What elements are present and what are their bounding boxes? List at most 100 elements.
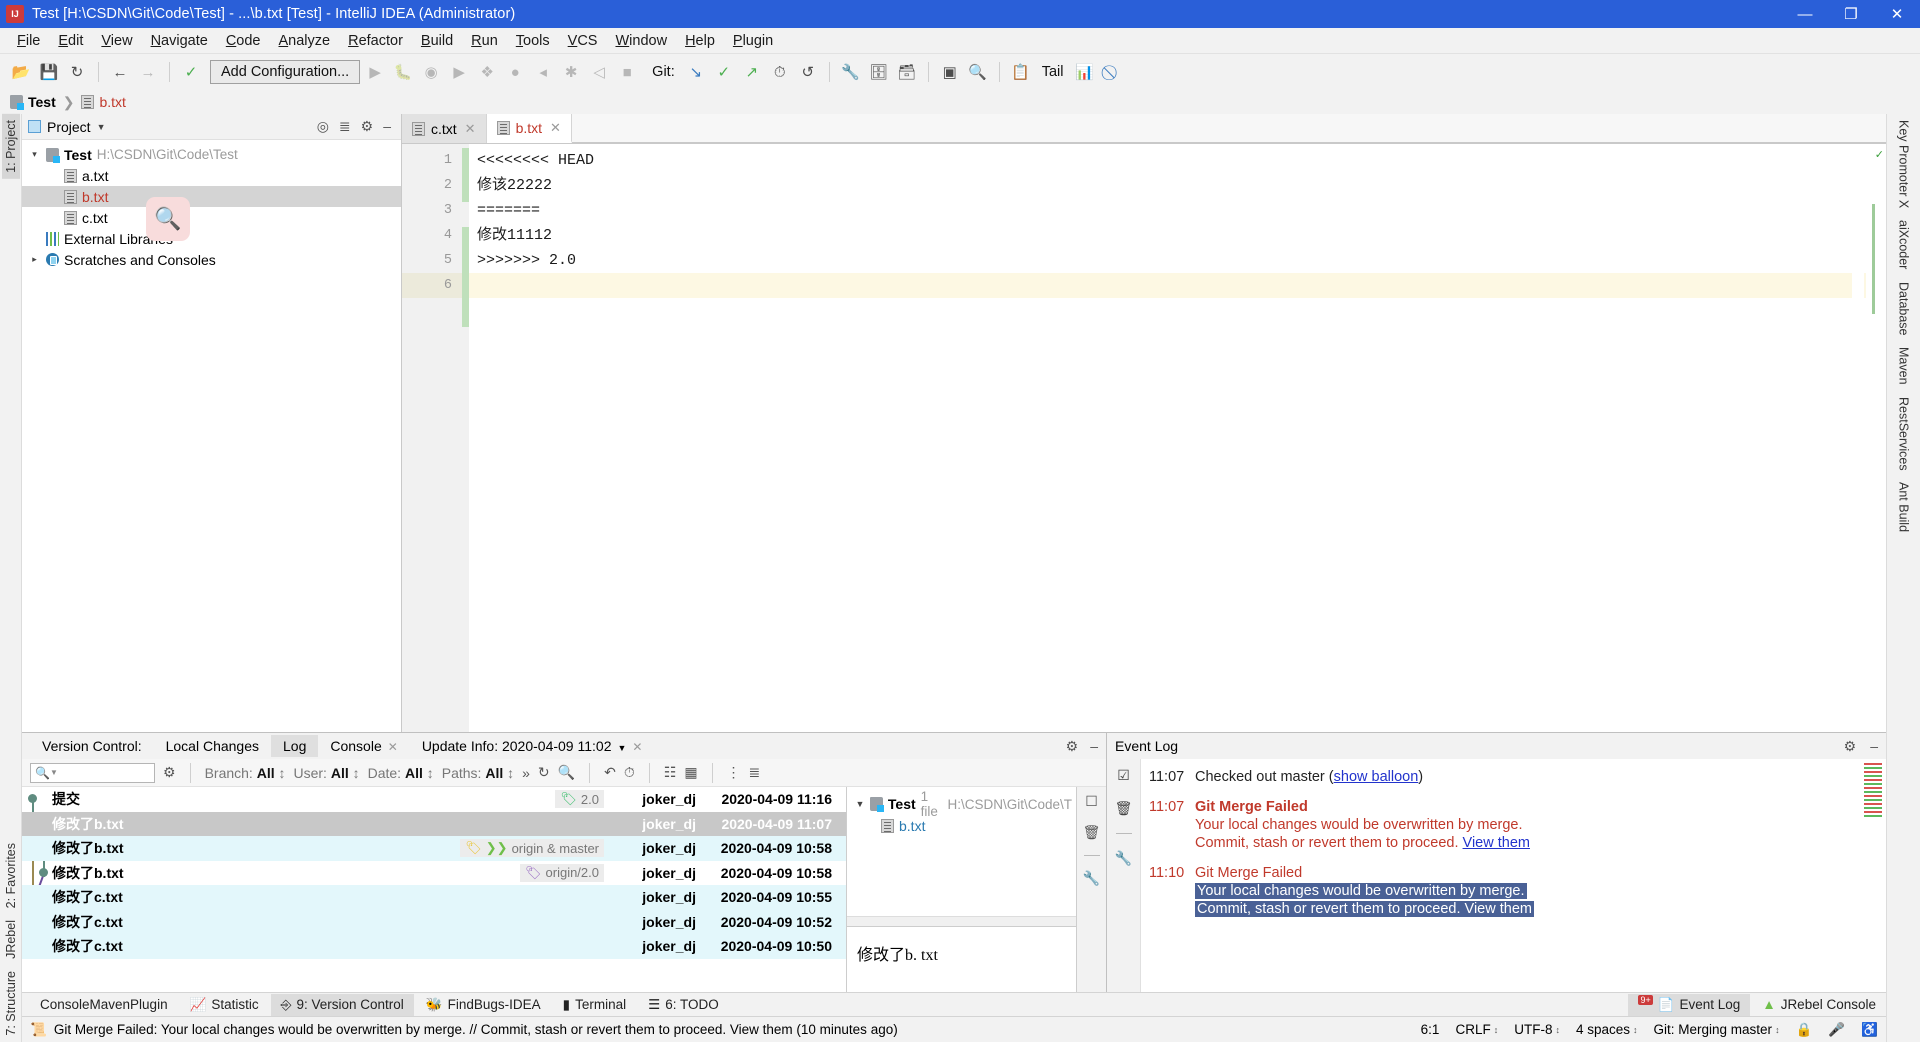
tool-tab-findbugs-idea[interactable]: 🐝 FindBugs-IDEA <box>416 994 551 1016</box>
code-line[interactable]: 修该22222 <box>469 173 1866 198</box>
right-tab-database[interactable]: Database <box>1895 276 1913 342</box>
date-filter[interactable]: Date: All ↕ <box>368 765 434 781</box>
git-update-icon[interactable]: ↘ <box>683 59 709 85</box>
history-icon[interactable]: ⏱ <box>624 764 635 781</box>
tree-node-a-txt[interactable]: a.txt <box>22 165 401 186</box>
menu-file[interactable]: File <box>8 31 49 51</box>
commit-row[interactable]: 修改了b.txt 🏷 origin/2.0 joker_dj 2020-04-09 10… <box>22 861 846 886</box>
left-tab-1-project[interactable]: 1: Project <box>1 114 20 179</box>
git-revert-icon[interactable]: ↺ <box>795 59 821 85</box>
vc-tab-log[interactable]: Log <box>271 735 319 757</box>
show-diff-icon[interactable]: ☐ <box>1085 793 1098 810</box>
hide-icon[interactable]: – <box>1090 738 1098 755</box>
tree-node-test[interactable]: ▾ Test H:\CSDN\Git\Code\Test <box>22 144 401 165</box>
project-tree[interactable]: 🔍 ▾ Test H:\CSDN\Git\Code\Test a.txt b.txt c.… <box>22 140 401 732</box>
editor-tab-b-txt[interactable]: b.txt ✕ <box>486 114 572 143</box>
close-icon[interactable]: ✕ <box>632 740 642 754</box>
indent-widget[interactable]: 4 spaces ↕ <box>1576 1022 1638 1037</box>
back-icon[interactable]: ← <box>107 59 133 85</box>
close-button[interactable]: ✕ <box>1874 0 1920 28</box>
module-settings-icon[interactable]: 🗃 <box>894 59 920 85</box>
hide-icon[interactable]: – <box>383 118 391 135</box>
gear-icon[interactable]: ⚙ <box>163 764 176 781</box>
menu-refactor[interactable]: Refactor <box>339 31 412 51</box>
lock-icon[interactable]: 🔒 <box>1796 1022 1813 1038</box>
menu-vcs[interactable]: VCS <box>559 31 607 51</box>
tool-tab-terminal[interactable]: ▮ Terminal <box>553 994 636 1016</box>
menu-build[interactable]: Build <box>412 31 462 51</box>
save-icon[interactable]: 💾 <box>36 59 62 85</box>
tool-tab-statistic[interactable]: 📈 Statistic <box>180 994 269 1016</box>
delete-icon[interactable]: 🗑 <box>1083 824 1101 841</box>
microphone-icon[interactable]: 🎤 <box>1828 1022 1845 1038</box>
jrebel-run-icon[interactable]: ❖ <box>474 59 500 85</box>
tree-node-c-txt[interactable]: c.txt <box>22 207 401 228</box>
close-icon[interactable]: ✕ <box>550 120 561 136</box>
vc-tab-update-info[interactable]: Update Info: 2020-04-09 11:02 ▼ ✕ <box>410 735 655 757</box>
event-log-entry[interactable]: 11:07 Git Merge Failed Your local changes … <box>1149 799 1854 851</box>
menu-plugin[interactable]: Plugin <box>724 31 782 51</box>
vc-tab-local-changes[interactable]: Local Changes <box>154 735 271 757</box>
run-with-coverage-icon[interactable]: ◉ <box>418 59 444 85</box>
menu-analyze[interactable]: Analyze <box>270 31 340 51</box>
inspection-icon[interactable]: ♿ <box>1861 1022 1878 1038</box>
right-tab-key-promoter-x[interactable]: Key Promoter X <box>1895 114 1913 214</box>
right-tab-aixcoder[interactable]: aiXcoder <box>1895 214 1913 275</box>
code-line[interactable] <box>469 273 1866 298</box>
tool-tab-9-version-control[interactable]: ⎆ 9: Version Control <box>270 993 414 1016</box>
settings-wrench-icon[interactable]: 🔧 <box>1083 870 1100 887</box>
commit-row[interactable]: 修改了b.txt joker_dj 2020-04-09 11:07 <box>22 811 846 836</box>
hide-icon[interactable]: – <box>1870 738 1878 755</box>
changes-root-row[interactable]: ▼ Test 1 file H:\CSDN\Git\Code\T <box>851 789 1073 819</box>
event-log-entry[interactable]: 11:10 Git Merge Failed Your local changes … <box>1149 865 1854 917</box>
line-separator-widget[interactable]: CRLF ↕ <box>1455 1022 1498 1037</box>
mark-read-icon[interactable]: ☑ <box>1117 767 1130 784</box>
more-filters-icon[interactable]: » <box>522 765 530 781</box>
maximize-button[interactable]: ❐ <box>1828 0 1874 28</box>
tool-tab-6-todo[interactable]: ☰ 6: TODO <box>638 994 729 1016</box>
branch-filter[interactable]: Branch: All ↕ <box>205 765 286 781</box>
tail-label[interactable]: Tail <box>1042 64 1064 80</box>
refresh-icon[interactable]: ↻ <box>538 764 550 781</box>
code-line[interactable]: <<<<<<<< HEAD <box>469 148 1866 173</box>
code-line[interactable]: ======= <box>469 198 1866 223</box>
gear-icon[interactable]: ⚙ <box>361 118 374 135</box>
commit-row[interactable]: 提交 🏷 2.0 joker_dj 2020-04-09 11:16 <box>22 787 846 812</box>
settings-icon[interactable]: 🔧 <box>838 59 864 85</box>
run-icon[interactable]: ▶ <box>362 59 388 85</box>
search-icon[interactable]: 🔍 <box>965 59 991 85</box>
expand-all-icon[interactable]: ⋮ <box>727 764 741 781</box>
chevron-down-icon[interactable]: ▼ <box>617 743 626 753</box>
commit-row[interactable]: 修改了c.txt joker_dj 2020-04-09 10:52 <box>22 909 846 934</box>
sync-icon[interactable]: ↻ <box>64 59 90 85</box>
jrebel-debug-icon[interactable]: ● <box>502 59 528 85</box>
log-search-input[interactable]: 🔍 ▼ <box>30 762 155 783</box>
undo-icon[interactable]: ↶ <box>604 764 616 781</box>
code-line[interactable]: 修改11112 <box>469 223 1866 248</box>
close-icon[interactable]: ✕ <box>465 121 476 137</box>
changes-tree[interactable]: ▼ Test 1 file H:\CSDN\Git\Code\T b.txt <box>847 787 1076 916</box>
git-push-icon[interactable]: ↗ <box>739 59 765 85</box>
encoding-widget[interactable]: UTF-8 ↕ <box>1514 1022 1560 1037</box>
chevron-down-icon[interactable]: ▼ <box>855 799 865 809</box>
right-tab-restservices[interactable]: RestServices <box>1895 391 1913 477</box>
menu-tools[interactable]: Tools <box>507 31 559 51</box>
project-structure-icon[interactable]: 🗄 <box>866 59 892 85</box>
show-balloon-link[interactable]: show balloon <box>1334 769 1419 785</box>
intellisort-icon[interactable]: ☷ <box>664 764 677 781</box>
jrebel-icon-1[interactable]: ◂ <box>530 59 556 85</box>
collapse-all-icon[interactable]: ≣ <box>749 764 761 781</box>
git-branch-widget[interactable]: Git: Merging master ↕ <box>1654 1022 1780 1037</box>
event-log-entries[interactable]: 11:07 Checked out master (show balloon) 11… <box>1141 759 1854 992</box>
commit-row[interactable]: 修改了c.txt joker_dj 2020-04-09 10:50 <box>22 934 846 959</box>
left-tab-7-structure[interactable]: 7: Structure <box>2 965 20 1042</box>
add-configuration-button[interactable]: Add Configuration... <box>210 60 361 84</box>
jrebel-icon-2[interactable]: ✱ <box>558 59 584 85</box>
tool-tab-event-log[interactable]: 9+ 📄 Event Log <box>1628 993 1751 1016</box>
tree-node-scratches-and-consoles[interactable]: ▸ Scratches and Consoles <box>22 249 401 270</box>
expand-arrow-icon[interactable]: ▾ <box>28 149 41 160</box>
commit-tag[interactable]: 🏷 2.0 <box>555 790 604 809</box>
menu-edit[interactable]: Edit <box>49 31 92 51</box>
event-log-entry[interactable]: 11:07 Checked out master (show balloon) <box>1149 769 1854 785</box>
left-tab-2-favorites[interactable]: 2: Favorites <box>2 837 20 914</box>
